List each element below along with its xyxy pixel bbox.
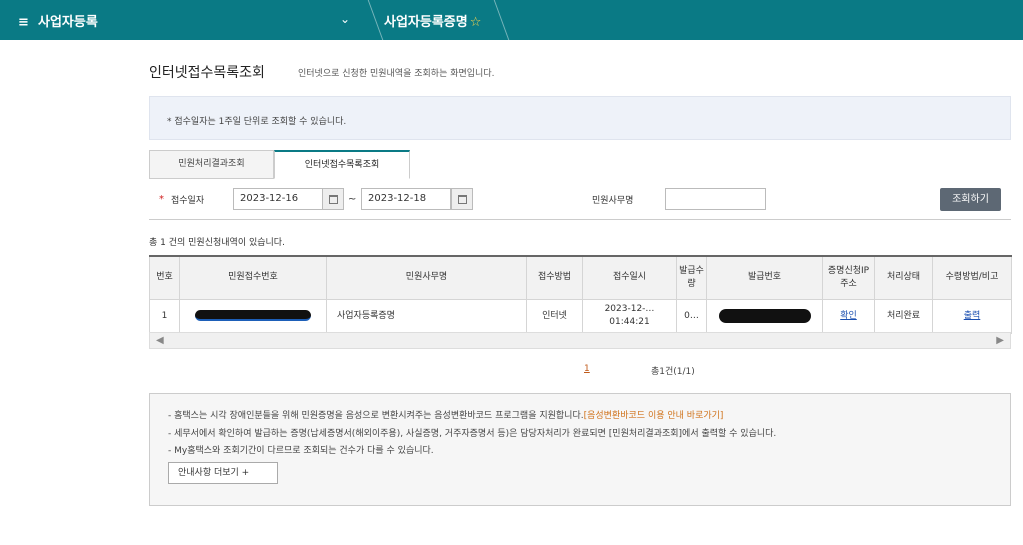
print-link[interactable]: 출력	[964, 311, 981, 321]
date-from-input[interactable]: 2023-12-16	[233, 188, 323, 210]
guide-line: - 세무서에서 확인하여 발급하는 증명(납세증명서(해외이주용), 사실증명,…	[168, 429, 777, 439]
cell-qty: 0…	[676, 298, 707, 334]
col-header-receive: 수령방법/비고	[932, 255, 1012, 300]
table-horizontal-scrollbar[interactable]: ◀ ▶	[149, 332, 1011, 349]
cell-date: 2023-12-… 01:44:21	[582, 298, 677, 334]
tab-result-inquiry[interactable]: 민원처리결과조회	[149, 150, 274, 179]
col-header-no: 번호	[149, 255, 180, 300]
main-menu-button[interactable]: ≡ 사업자등록	[18, 11, 98, 30]
redacted-issue-no	[718, 308, 811, 323]
main-menu-label: 사업자등록	[38, 15, 98, 30]
service-name-input[interactable]	[665, 188, 766, 210]
breadcrumb-divider	[480, 0, 510, 40]
scroll-right-icon[interactable]: ▶	[996, 335, 1004, 346]
col-header-receipt-no: 민원접수번호	[179, 255, 327, 300]
cell-issue-no	[706, 298, 823, 334]
redacted-receipt-no	[195, 309, 311, 321]
results-table: 번호 민원접수번호 민원사무명 접수방법 접수일시 발급수량 발급번호 증명신청…	[149, 255, 1012, 334]
breadcrumb-divider	[354, 0, 384, 40]
cell-date-time: 01:44:21	[609, 317, 650, 327]
breadcrumb-label: 사업자등록증명	[384, 15, 468, 30]
service-name-label: 민원사무명	[592, 196, 634, 206]
top-navigation-bar: ≡ 사업자등록 ⌄ 사업자등록증명 ☆	[0, 0, 1023, 40]
result-count: 총 1 건의 민원신청내역이 있습니다.	[149, 238, 285, 248]
col-header-issue-no: 발급번호	[706, 255, 823, 300]
scroll-left-icon[interactable]: ◀	[156, 335, 164, 346]
cell-receive: 출력	[932, 298, 1012, 334]
ip-confirm-link[interactable]: 확인	[840, 311, 857, 321]
table-row: 1 사업자등록증명 인터넷 2023-12-… 01:44:21 0… 확인 처…	[149, 298, 1012, 334]
cell-ip: 확인	[822, 298, 875, 334]
guide-line: - 홈택스는 시각 장애인분들을 위해 민원증명을 음성으로 변환시켜주는 음성…	[168, 408, 723, 421]
col-header-method: 접수방법	[526, 255, 583, 300]
col-header-qty: 발급수량	[676, 255, 707, 300]
date-range-separator: ~	[348, 194, 357, 205]
receipt-date-label: 접수일자	[171, 196, 205, 206]
favorite-star-icon[interactable]: ☆	[470, 15, 482, 30]
cell-service-name: 사업자등록증명	[326, 298, 527, 334]
col-header-status: 처리상태	[874, 255, 933, 300]
notice-text: * 접수일자는 1주일 단위로 조회할 수 있습니다.	[167, 117, 347, 127]
more-guide-button[interactable]: 안내사항 더보기 +	[168, 462, 278, 484]
hamburger-icon: ≡	[18, 15, 29, 30]
col-header-service-name: 민원사무명	[326, 255, 527, 300]
cell-method: 인터넷	[526, 298, 583, 334]
col-header-date: 접수일시	[582, 255, 677, 300]
guide-line: - My홈택스와 조회기간이 다르므로 조회되는 건수가 다를 수 있습니다.	[168, 446, 434, 456]
notice-box: * 접수일자는 1주일 단위로 조회할 수 있습니다.	[149, 96, 1011, 140]
cell-no: 1	[149, 298, 180, 334]
cell-status: 처리완료	[874, 298, 933, 334]
col-header-ip: 증명신청IP주소	[822, 255, 875, 300]
guide-line-text: - 홈택스는 시각 장애인분들을 위해 민원증명을 음성으로 변환시켜주는 음성…	[168, 411, 584, 421]
calendar-icon[interactable]	[451, 188, 473, 210]
page-total: 총1건(1/1)	[651, 367, 695, 377]
page-number-link[interactable]: 1	[584, 364, 590, 374]
required-mark: *	[159, 194, 164, 205]
calendar-icon[interactable]	[322, 188, 344, 210]
page-description: 인터넷으로 신청한 민원내역을 조회하는 화면입니다.	[298, 69, 495, 79]
voice-barcode-guide-link[interactable]: [음성변환바코드 이용 안내 바로가기]	[584, 411, 724, 421]
tab-internet-receipt-list[interactable]: 인터넷접수목록조회	[274, 150, 410, 179]
chevron-down-icon[interactable]: ⌄	[340, 12, 350, 26]
table-header-row: 번호 민원접수번호 민원사무명 접수방법 접수일시 발급수량 발급번호 증명신청…	[149, 255, 1012, 300]
cell-date-day: 2023-12-…	[604, 304, 655, 314]
cell-receipt-no[interactable]	[179, 298, 327, 334]
breadcrumb-current[interactable]: 사업자등록증명 ☆	[384, 11, 481, 30]
page-title: 인터넷접수목록조회	[149, 65, 265, 81]
search-button[interactable]: 조회하기	[940, 188, 1001, 211]
date-to-input[interactable]: 2023-12-18	[361, 188, 451, 210]
guide-box: - 홈택스는 시각 장애인분들을 위해 민원증명을 음성으로 변환시켜주는 음성…	[149, 393, 1011, 506]
